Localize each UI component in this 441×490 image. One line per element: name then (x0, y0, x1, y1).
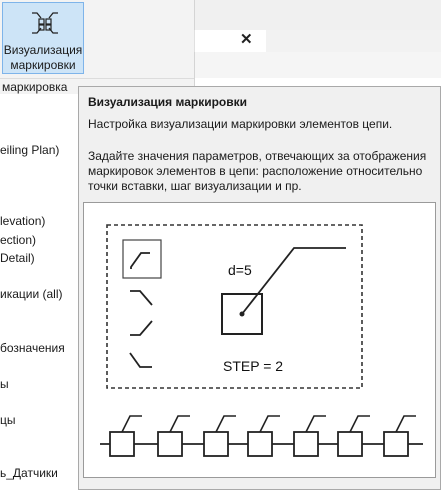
tooltip-description: Настройка визуализации маркировки элемен… (88, 117, 393, 131)
marking-visualization-icon (31, 9, 59, 40)
chain-elements (109, 415, 416, 457)
marker-option-4-icon (129, 352, 152, 368)
chain-element (157, 431, 183, 457)
marking-visualization-button[interactable]: Визуализация маркировки (2, 2, 84, 74)
chain-element (293, 431, 319, 457)
marker-option-selected (122, 239, 162, 279)
chain-element (383, 431, 409, 457)
chain-marker (305, 415, 326, 433)
tooltip-details: Задайте значения параметров, отвечающих … (88, 149, 427, 193)
document-tab[interactable] (194, 30, 267, 52)
chain-marker (259, 415, 280, 433)
marker-option-1-icon (130, 252, 150, 269)
ribbon-tab-strip (194, 0, 441, 31)
browser-item[interactable]: ection) (0, 233, 36, 247)
marker-option-3-icon (130, 320, 153, 336)
tab-bar-background (266, 30, 441, 52)
chain-marker (349, 415, 370, 433)
close-icon[interactable]: ✕ (240, 32, 254, 48)
tooltip: Визуализация маркировки Настройка визуал… (78, 86, 441, 490)
chain-element (109, 431, 135, 457)
browser-item[interactable]: levation) (0, 214, 45, 228)
browser-item[interactable]: икации (all) (0, 287, 63, 301)
marking-visualization-label: Визуализация маркировки (3, 43, 83, 72)
chain-marker (215, 415, 236, 433)
chain-element (203, 431, 229, 457)
browser-item[interactable]: Detail) (0, 251, 35, 265)
chain-element (247, 431, 273, 457)
tooltip-title: Визуализация маркировки (88, 95, 247, 109)
chain-marker (169, 415, 190, 433)
marker-option-2-icon (130, 290, 153, 306)
d-label: d=5 (228, 262, 252, 278)
marking-diagram: d=5 STEP = 2 (100, 224, 423, 457)
chain-marker (121, 415, 142, 433)
browser-item[interactable]: ы (0, 377, 9, 391)
chain-marker (395, 415, 416, 433)
tooltip-illustration: d=5 STEP = 2 (83, 202, 436, 478)
leader-line (241, 247, 346, 315)
browser-item[interactable]: eiling Plan) (0, 143, 59, 157)
app-window: Визуализация маркировки маркировка ✕ eil… (0, 0, 441, 490)
browser-item[interactable]: цы (0, 413, 16, 427)
step-label: STEP = 2 (223, 358, 283, 374)
browser-item[interactable]: бозначения (0, 341, 65, 355)
browser-item[interactable]: ь_Датчики (0, 466, 58, 480)
chain-element (337, 431, 363, 457)
